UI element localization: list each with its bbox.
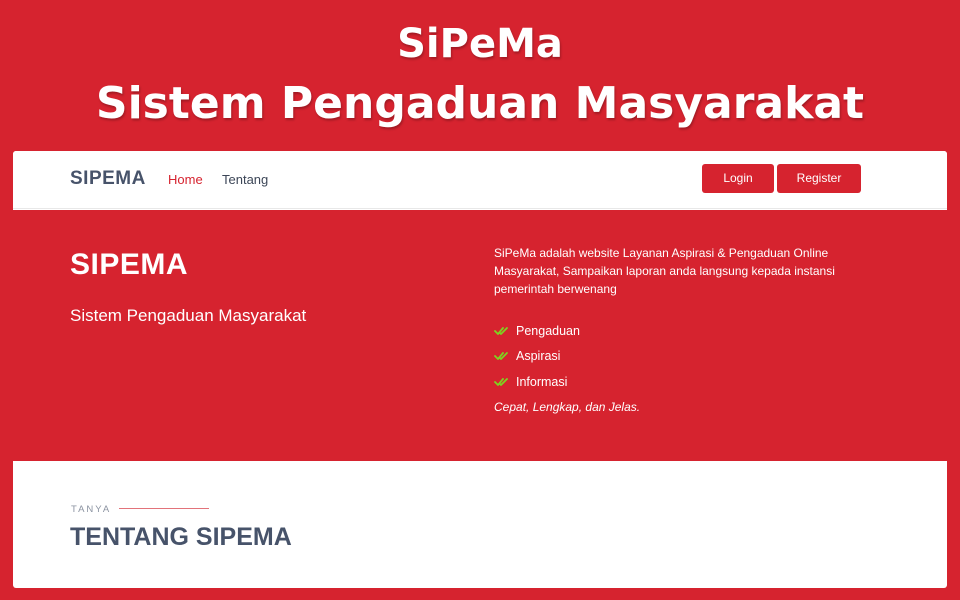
feature-list: Pengaduan Aspirasi Informasi xyxy=(494,318,580,395)
nav-link-tentang[interactable]: Tentang xyxy=(222,172,268,187)
website-screenshot: SIPEMA Home Tentang Login Register SIPEM… xyxy=(13,151,947,588)
eyebrow-divider xyxy=(119,508,209,509)
hero-description: SiPeMa adalah website Layanan Aspirasi &… xyxy=(494,246,835,296)
feature-item: Aspirasi xyxy=(494,344,580,370)
feature-label: Aspirasi xyxy=(516,349,561,364)
banner-title-line2: Sistem Pengaduan Masyarakat xyxy=(95,78,865,129)
register-button[interactable]: Register xyxy=(777,164,861,193)
feature-label: Informasi xyxy=(516,374,568,389)
double-check-icon xyxy=(494,377,508,386)
navbar: SIPEMA Home Tentang Login Register xyxy=(13,151,947,209)
hero-subtitle: Sistem Pengaduan Masyarakat xyxy=(70,306,307,325)
hero-section: SIPEMA Sistem Pengaduan Masyarakat SiPeM… xyxy=(13,210,947,461)
hero-tagline: Cepat, Lengkap, dan Jelas. xyxy=(494,400,641,414)
hero-title: SIPEMA xyxy=(70,248,189,281)
double-check-icon xyxy=(494,352,508,361)
section-title: TENTANG SIPEMA xyxy=(70,523,292,551)
banner-title-line1: SiPeMa xyxy=(397,21,563,67)
double-check-icon xyxy=(494,326,508,335)
nav-link-home[interactable]: Home xyxy=(168,172,203,187)
feature-item: Pengaduan xyxy=(494,318,580,344)
brand-logo[interactable]: SIPEMA xyxy=(70,168,146,190)
section-eyebrow: TANYA xyxy=(71,504,112,515)
feature-label: Pengaduan xyxy=(516,323,580,338)
login-button[interactable]: Login xyxy=(702,164,774,193)
feature-item: Informasi xyxy=(494,369,580,395)
